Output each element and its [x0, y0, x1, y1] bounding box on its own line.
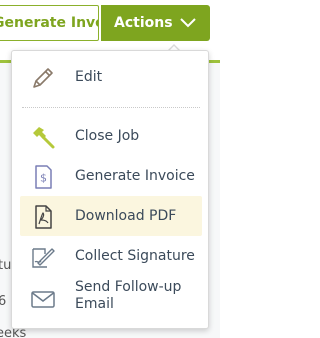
menu-item-send-follow-up-email[interactable]: Send Follow-up Email — [20, 276, 202, 320]
menu-item-close-job[interactable]: Close Job — [20, 116, 202, 156]
actions-button[interactable]: Actions — [101, 5, 210, 41]
menu-item-collect-signature[interactable]: Collect Signature — [20, 236, 202, 276]
menu-item-edit-label: Edit — [75, 69, 103, 85]
menu-item-download-pdf-label: Download PDF — [75, 208, 177, 224]
pencil-icon — [33, 68, 53, 88]
menu-item-generate-invoice-label: Generate Invoice — [75, 168, 195, 184]
actions-dropdown-menu: Edit Close Job $ Generate Invoice Downlo… — [11, 50, 209, 329]
generate-invoice-button[interactable]: Generate Invoice — [0, 5, 99, 41]
toolbar: Generate Invoice Actions — [0, 5, 220, 41]
menu-item-edit[interactable]: Edit — [20, 57, 202, 97]
envelope-icon — [31, 291, 55, 308]
menu-item-close-job-label: Close Job — [75, 128, 140, 144]
menu-divider — [22, 107, 200, 108]
actions-button-label: Actions — [114, 15, 173, 31]
pdf-file-icon — [35, 205, 52, 229]
send-follow-up-label-line1: Send Follow-up — [75, 279, 182, 295]
signature-pen-icon — [32, 248, 55, 268]
send-follow-up-label-line2: Email — [75, 296, 114, 312]
invoice-dollar-icon: $ — [35, 165, 52, 189]
page: tu 6 eeks Generate Invoice Actions Edit — [0, 0, 220, 338]
menu-item-send-follow-up-email-label: Send Follow-up Email — [75, 279, 181, 313]
background-text-fragment: 6 — [0, 294, 7, 309]
svg-text:$: $ — [40, 172, 47, 185]
background-text-fragment: tu — [0, 258, 12, 273]
menu-item-collect-signature-label: Collect Signature — [75, 248, 195, 264]
hammer-icon — [33, 127, 55, 149]
menu-item-generate-invoice[interactable]: $ Generate Invoice — [20, 156, 202, 196]
menu-item-download-pdf[interactable]: Download PDF — [20, 196, 202, 236]
chevron-down-icon — [180, 18, 196, 28]
